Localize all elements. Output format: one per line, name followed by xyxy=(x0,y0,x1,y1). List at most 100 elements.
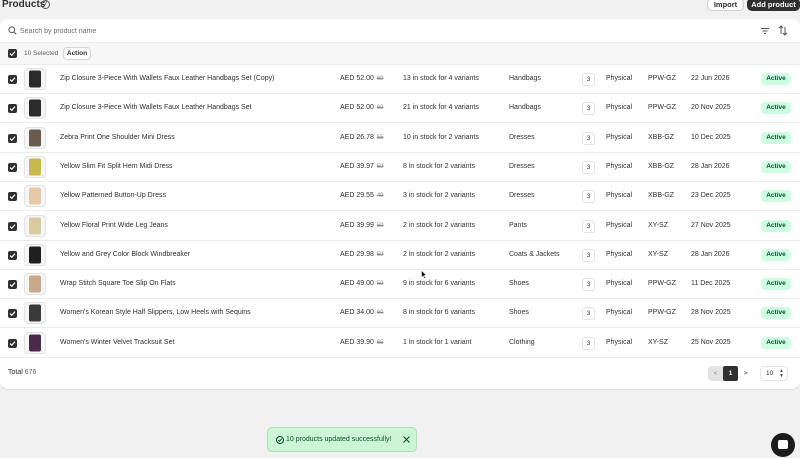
product-date: 28 Jan 2026 xyxy=(691,250,730,258)
compare-price: 59 xyxy=(376,163,384,170)
select-all-checkbox[interactable] xyxy=(8,49,17,58)
sort-icon[interactable] xyxy=(778,25,788,36)
table-row[interactable]: Zip Closure 3-Piece With Wallets Faux Le… xyxy=(0,94,800,124)
product-date: 27 Nov 2025 xyxy=(691,221,731,229)
status-badge: Active xyxy=(761,278,791,291)
product-name[interactable]: Zip Closure 3-Piece With Wallets Faux Le… xyxy=(60,75,275,82)
product-image xyxy=(29,187,41,205)
product-name[interactable]: Women's Winter Velvet Tracksuit Set xyxy=(60,339,174,346)
search-input[interactable] xyxy=(20,24,620,38)
product-type: Physical xyxy=(606,75,633,82)
row-checkbox[interactable] xyxy=(8,338,17,348)
product-category: Clothing xyxy=(509,338,535,346)
inventory-text: 8 in stock for 6 variants xyxy=(403,309,475,317)
table-row[interactable]: Yellow and Grey Color Block Windbreaker A… xyxy=(0,241,800,270)
sale-price: AED 39.90 xyxy=(340,338,374,346)
product-name[interactable]: Yellow Patterned Button-Up Dress xyxy=(60,192,166,199)
row-checkbox[interactable] xyxy=(8,280,17,290)
check-icon xyxy=(9,135,16,141)
check-icon xyxy=(9,77,16,83)
page-header: Products ? Import Add product xyxy=(0,0,800,12)
row-checkbox[interactable] xyxy=(8,192,17,202)
row-checkbox[interactable] xyxy=(8,104,17,114)
product-name[interactable]: Yellow and Grey Color Block Windbreaker xyxy=(60,251,190,258)
product-category: Dresses xyxy=(509,133,535,141)
import-button[interactable]: Import xyxy=(707,0,744,11)
check-icon xyxy=(9,194,16,200)
product-thumbnail[interactable] xyxy=(24,68,46,90)
compare-price: 69 xyxy=(376,76,384,82)
product-name[interactable]: Zebra Print One Shoulder Mini Dress xyxy=(60,134,175,141)
success-toast: 10 products updated successfully! xyxy=(267,427,417,452)
product-vendor: PPW-GZ xyxy=(648,104,676,112)
inventory-text: 8 in stock for 2 variants xyxy=(403,162,475,170)
product-thumbnail[interactable] xyxy=(24,214,46,237)
next-page-button[interactable]: > xyxy=(738,366,753,381)
inventory-text: 10 in stock for 2 variants xyxy=(403,133,479,141)
table-row[interactable]: Yellow Floral Print Wide Leg Jeans AED 39… xyxy=(0,212,800,241)
product-type: Physical xyxy=(606,221,633,229)
product-vendor: XY-SZ xyxy=(648,250,668,258)
product-thumbnail[interactable] xyxy=(24,302,46,325)
row-checkbox[interactable] xyxy=(8,162,17,172)
sale-price: AED 52.00 xyxy=(340,75,374,82)
table-row[interactable]: Women's Winter Velvet Tracksuit Set AED 3… xyxy=(0,329,800,358)
table-row[interactable]: Zip Closure 3-Piece With Wallets Faux Le… xyxy=(0,65,800,94)
table-row[interactable]: Women's Korean Style Half Slippers, Low … xyxy=(0,299,800,329)
action-button[interactable]: Action xyxy=(63,47,91,60)
row-checkbox[interactable] xyxy=(8,133,17,143)
product-name[interactable]: Wrap Stitch Square Toe Slip On Flats xyxy=(60,280,176,287)
product-name[interactable]: Women's Korean Style Half Slippers, Low … xyxy=(60,309,251,316)
product-type: Physical xyxy=(606,250,633,258)
product-thumbnail[interactable] xyxy=(24,97,46,120)
products-card: 10 Selected Action Zip Closure 3-Piece W… xyxy=(0,19,800,389)
product-price: AED 52.00 69 xyxy=(340,104,384,111)
product-category: Handbags xyxy=(509,104,541,112)
product-image xyxy=(29,158,41,176)
help-icon[interactable]: ? xyxy=(41,0,50,9)
row-checkbox[interactable] xyxy=(8,75,17,84)
page-size-select[interactable]: 10 ▲ ▼ xyxy=(760,366,788,381)
product-name[interactable]: Yellow Slim Fit Split Hem Midi Dress xyxy=(60,163,173,170)
check-icon xyxy=(9,282,16,288)
product-vendor: PPW-GZ xyxy=(648,75,676,82)
prev-page-button[interactable]: < xyxy=(708,366,723,381)
product-category: Dresses xyxy=(509,192,535,200)
product-thumbnail[interactable] xyxy=(24,155,46,178)
product-type: Physical xyxy=(606,338,633,346)
table-row[interactable]: Zebra Print One Shoulder Mini Dress AED 2… xyxy=(0,124,800,153)
inventory-text: 9 in stock for 6 variants xyxy=(403,280,475,288)
table-row[interactable]: Yellow Patterned Button-Up Dress AED 29.5… xyxy=(0,182,800,212)
table-row[interactable]: Yellow Slim Fit Split Hem Midi Dress AED … xyxy=(0,153,800,182)
product-date: 25 Nov 2025 xyxy=(691,338,731,346)
table-row[interactable]: Wrap Stitch Square Toe Slip On Flats AED … xyxy=(0,270,800,300)
product-thumbnail[interactable] xyxy=(24,331,46,354)
compare-price: 59 xyxy=(376,281,384,288)
inventory-text: 1 in stock for 1 variant xyxy=(403,338,472,346)
product-image xyxy=(29,129,41,147)
product-thumbnail[interactable] xyxy=(24,126,46,149)
sale-price: AED 39.97 xyxy=(340,162,374,170)
product-name[interactable]: Zip Closure 3-Piece With Wallets Faux Le… xyxy=(60,104,252,111)
row-checkbox[interactable] xyxy=(8,250,17,260)
variant-count-badge: 3 xyxy=(582,336,595,350)
filter-icon[interactable] xyxy=(760,26,770,36)
add-product-button[interactable]: Add product xyxy=(747,0,800,11)
product-image xyxy=(29,275,41,293)
inventory-text: 2 in stock for 2 variants xyxy=(403,221,475,229)
product-thumbnail[interactable] xyxy=(24,273,46,296)
product-thumbnail[interactable] xyxy=(24,243,46,266)
sale-price: AED 52.00 xyxy=(340,104,374,112)
variant-count-badge: 3 xyxy=(582,248,595,262)
product-thumbnail[interactable] xyxy=(24,185,46,208)
row-checkbox[interactable] xyxy=(8,221,17,231)
chat-launcher-button[interactable] xyxy=(771,433,795,457)
close-icon[interactable] xyxy=(402,435,411,444)
product-image xyxy=(29,334,41,352)
check-icon xyxy=(9,223,16,229)
variant-count-badge: 3 xyxy=(582,278,595,292)
row-checkbox[interactable] xyxy=(8,309,17,319)
product-name[interactable]: Yellow Floral Print Wide Leg Jeans xyxy=(60,222,168,229)
inventory-text: 21 in stock for 4 variants xyxy=(403,104,479,112)
current-page-button[interactable]: 1 xyxy=(723,366,738,381)
